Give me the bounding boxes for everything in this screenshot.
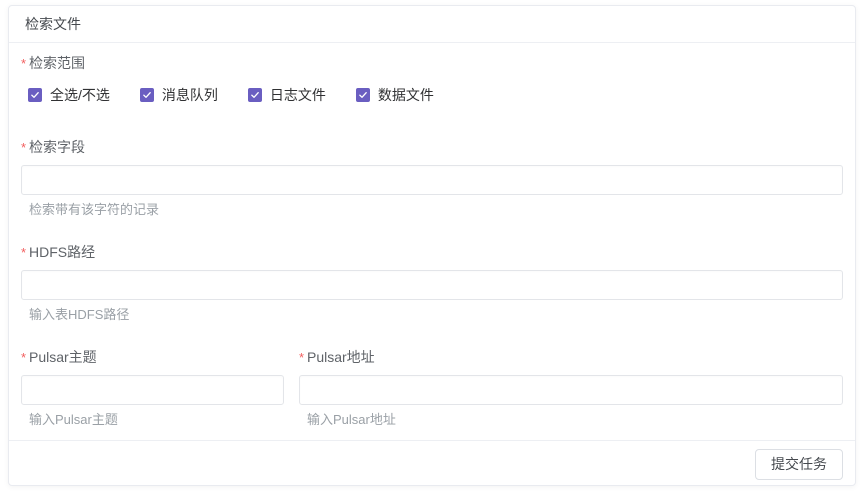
- search-field-helper: 检索带有该字符的记录: [21, 202, 843, 218]
- pulsar-address-label: *Pulsar地址: [299, 349, 843, 365]
- search-file-card: 检索文件 *检索范围 全选/不选 消息队列 日志文件: [8, 5, 856, 486]
- hdfs-path-input[interactable]: [21, 270, 843, 300]
- form-body: *检索范围 全选/不选 消息队列 日志文件 数据文件: [9, 43, 855, 440]
- scope-checkbox-group: 全选/不选 消息队列 日志文件 数据文件: [21, 85, 843, 105]
- search-field-input[interactable]: [21, 165, 843, 195]
- checkbox-data-file[interactable]: 数据文件: [356, 85, 434, 105]
- search-field-label-text: 检索字段: [29, 139, 85, 155]
- required-asterisk: *: [299, 350, 304, 366]
- form-item-hdfs-path: *HDFS路经 输入表HDFS路径: [21, 244, 843, 323]
- checkbox-label[interactable]: 全选/不选: [50, 85, 110, 105]
- hdfs-path-label-text: HDFS路经: [29, 244, 95, 260]
- checkbox-checked-icon[interactable]: [140, 88, 154, 102]
- checkbox-label[interactable]: 数据文件: [378, 85, 434, 105]
- card-footer: 提交任务: [9, 440, 855, 485]
- checkbox-label[interactable]: 消息队列: [162, 85, 218, 105]
- checkbox-label[interactable]: 日志文件: [270, 85, 326, 105]
- pulsar-topic-helper: 输入Pulsar主题: [21, 412, 284, 428]
- required-asterisk: *: [21, 350, 26, 366]
- pulsar-address-input[interactable]: [299, 375, 843, 405]
- scope-label-text: 检索范围: [29, 55, 85, 71]
- form-item-search-field: *检索字段 检索带有该字符的记录: [21, 139, 843, 218]
- form-item-pulsar-row: *Pulsar主题 输入Pulsar主题 *Pulsar地址 输入Pulsar地…: [21, 349, 843, 428]
- form-item-pulsar-address: *Pulsar地址 输入Pulsar地址: [299, 349, 843, 428]
- checkbox-message-queue[interactable]: 消息队列: [140, 85, 218, 105]
- pulsar-topic-label: *Pulsar主题: [21, 349, 284, 365]
- required-asterisk: *: [21, 245, 26, 261]
- form-item-pulsar-topic: *Pulsar主题 输入Pulsar主题: [21, 349, 284, 428]
- checkbox-log-file[interactable]: 日志文件: [248, 85, 326, 105]
- required-asterisk: *: [21, 56, 26, 72]
- pulsar-address-helper: 输入Pulsar地址: [299, 412, 843, 428]
- search-field-label: *检索字段: [21, 139, 843, 155]
- card-title: 检索文件: [9, 6, 855, 43]
- checkbox-checked-icon[interactable]: [248, 88, 262, 102]
- pulsar-topic-input[interactable]: [21, 375, 284, 405]
- hdfs-path-helper: 输入表HDFS路径: [21, 307, 843, 323]
- hdfs-path-label: *HDFS路经: [21, 244, 843, 260]
- form-item-scope: *检索范围 全选/不选 消息队列 日志文件 数据文件: [21, 55, 843, 105]
- checkbox-checked-icon[interactable]: [356, 88, 370, 102]
- checkbox-checked-icon[interactable]: [28, 88, 42, 102]
- pulsar-address-label-text: Pulsar地址: [307, 349, 375, 365]
- submit-task-button[interactable]: 提交任务: [755, 449, 843, 480]
- checkbox-select-all[interactable]: 全选/不选: [28, 85, 110, 105]
- pulsar-topic-label-text: Pulsar主题: [29, 349, 97, 365]
- scope-label: *检索范围: [21, 55, 843, 71]
- required-asterisk: *: [21, 140, 26, 156]
